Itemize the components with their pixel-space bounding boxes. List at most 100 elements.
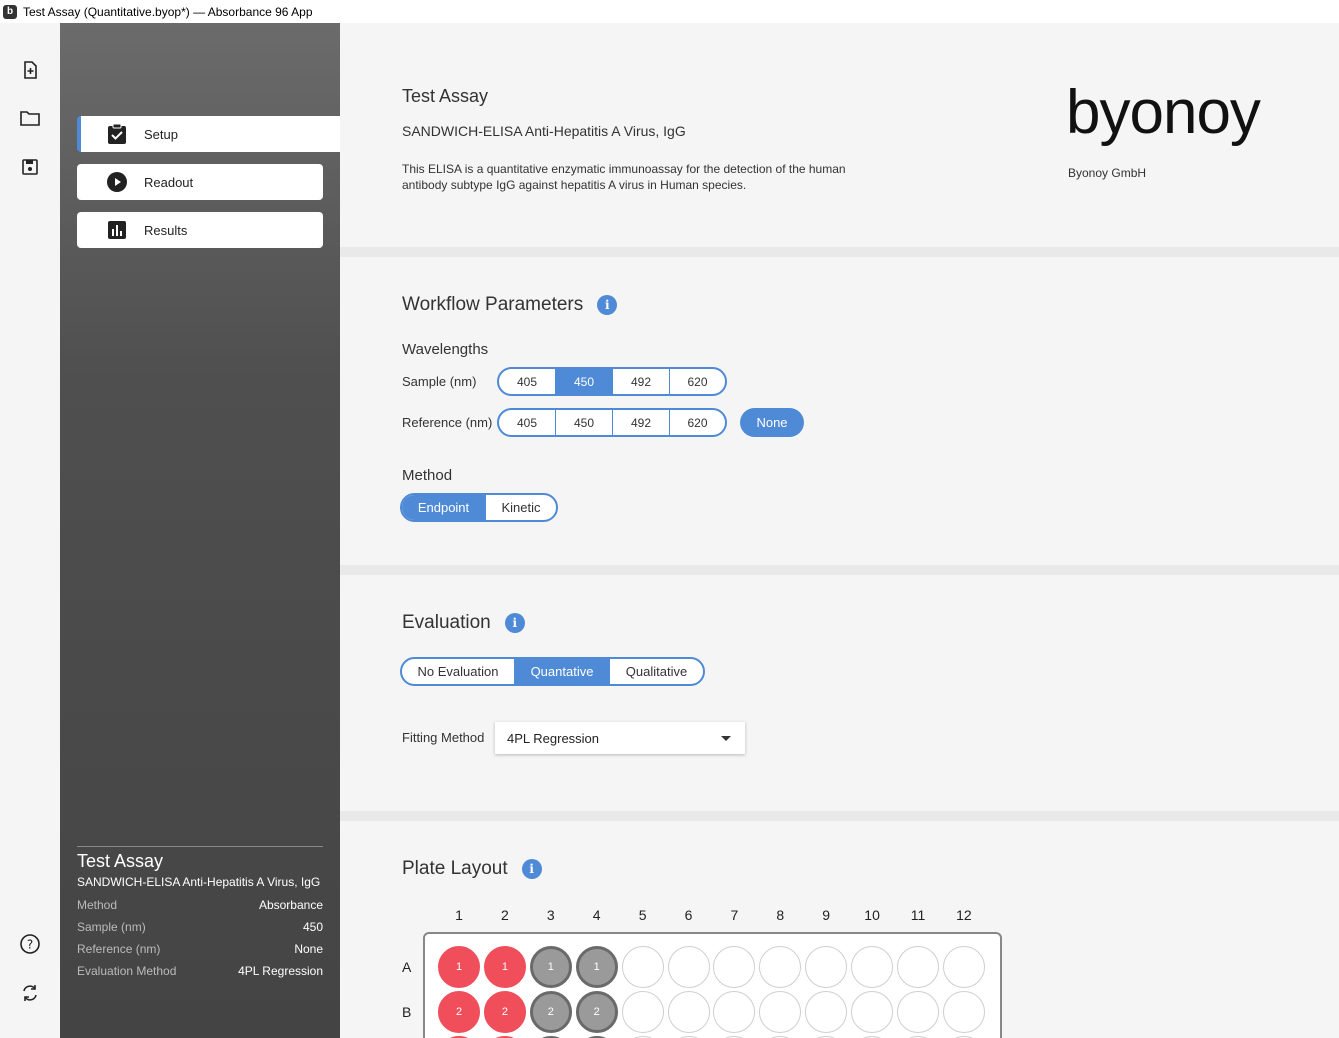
plate-well[interactable]: [621, 991, 664, 1033]
new-file-icon[interactable]: [18, 58, 42, 82]
bar-chart-icon: [107, 220, 127, 240]
plate-well[interactable]: [667, 991, 710, 1033]
plate-well[interactable]: [667, 946, 710, 988]
assay-title: Test Assay: [402, 86, 489, 106]
summary-value: None: [294, 942, 323, 956]
summary-key: Sample (nm): [77, 920, 146, 934]
sample-option-492[interactable]: 492: [613, 369, 670, 394]
plate-grid: 11112222: [423, 932, 1002, 1038]
plate-well[interactable]: [851, 991, 894, 1033]
window-titlebar: b Test Assay (Quantitative.byop*) — Abso…: [0, 0, 1339, 23]
plate-column-label: 1: [455, 907, 463, 923]
workflow-parameters-card: Workflow Parameters i Wavelengths Sample…: [340, 257, 1339, 565]
reference-option-620[interactable]: 620: [670, 410, 725, 435]
nav-results[interactable]: Results: [77, 212, 323, 248]
method-selector: Endpoint Kinetic: [400, 493, 558, 522]
method-option-endpoint[interactable]: Endpoint: [402, 495, 486, 520]
plate-column-label: 11: [910, 907, 926, 923]
plate-well[interactable]: [897, 991, 939, 1033]
plate-heading: Plate Layout i: [402, 858, 542, 880]
plate-well[interactable]: 1: [438, 946, 480, 988]
sample-wavelength-selector: 405 450 492 620: [497, 367, 727, 396]
summary-row: Evaluation Method 4PL Regression: [77, 964, 323, 978]
plate-well[interactable]: [942, 991, 985, 1033]
method-option-kinetic[interactable]: Kinetic: [486, 495, 556, 520]
help-icon[interactable]: ?: [18, 932, 42, 956]
svg-text:?: ?: [27, 938, 33, 952]
reference-none-button[interactable]: None: [740, 408, 804, 437]
plate-row-label: A: [402, 959, 412, 975]
evaluation-option-qualitative[interactable]: Qualitative: [610, 659, 703, 684]
evaluation-heading-text: Evaluation: [402, 612, 491, 633]
plate-well[interactable]: [713, 946, 756, 988]
sample-option-450[interactable]: 450: [556, 369, 613, 394]
plate-well[interactable]: [759, 991, 802, 1033]
assay-description-line: antibody subtype IgG against hepatitis A…: [402, 178, 747, 192]
plate-well[interactable]: 1: [529, 946, 572, 988]
plate-well[interactable]: 2: [438, 991, 480, 1033]
summary-row: Reference (nm) None: [77, 942, 323, 956]
plate-well[interactable]: [713, 991, 756, 1033]
nav-readout-label: Readout: [144, 174, 194, 190]
sample-option-405[interactable]: 405: [499, 369, 556, 394]
main-content: Test Assay SANDWICH-ELISA Anti-Hepatitis…: [340, 23, 1339, 1038]
summary-value: Absorbance: [258, 898, 323, 912]
plate-well[interactable]: 2: [575, 991, 618, 1033]
byonoy-logo: byonoy: [1066, 78, 1261, 147]
fitting-method-dropdown[interactable]: 4PL Regression: [495, 722, 745, 754]
plate-column-label: 10: [864, 907, 880, 923]
nav-results-label: Results: [144, 222, 188, 238]
reference-option-492[interactable]: 492: [613, 410, 670, 435]
plate-column-label: 8: [776, 907, 785, 923]
summary-row: Method Absorbance: [77, 898, 323, 912]
sync-icon[interactable]: [18, 981, 42, 1005]
plate-column-label: 4: [592, 907, 601, 923]
plate-column-label: 2: [500, 907, 509, 923]
plate-well[interactable]: 2: [529, 991, 572, 1033]
plate-well[interactable]: 2: [483, 991, 526, 1033]
summary-value: 450: [302, 920, 323, 934]
window-title: Test Assay (Quantitative.byop*) — Absorb…: [23, 4, 313, 19]
evaluation-selector: No Evaluation Quantative Qualitative: [400, 657, 705, 686]
reference-option-405[interactable]: 405: [499, 410, 556, 435]
plate-well[interactable]: 1: [575, 946, 618, 988]
summary-key: Reference (nm): [77, 942, 161, 956]
plate-well[interactable]: [942, 946, 985, 988]
assay-header-card: Test Assay SANDWICH-ELISA Anti-Hepatitis…: [340, 23, 1339, 247]
sample-option-620[interactable]: 620: [670, 369, 725, 394]
assay-description-line: This ELISA is a quantitative enzymatic i…: [402, 162, 846, 176]
summary-value: 4PL Regression: [238, 964, 323, 978]
plate-well[interactable]: [897, 946, 939, 988]
info-icon[interactable]: i: [521, 859, 542, 879]
nav-readout[interactable]: Readout: [77, 164, 323, 200]
plate-column-label: 6: [684, 907, 693, 923]
plate-column-label: 5: [638, 907, 647, 923]
info-icon[interactable]: i: [504, 613, 525, 633]
evaluation-option-none[interactable]: No Evaluation: [402, 659, 515, 684]
nav-setup[interactable]: Setup: [77, 116, 340, 152]
assay-summary: Test Assay SANDWICH-ELISA Anti-Hepatitis…: [77, 846, 323, 978]
evaluation-card: Evaluation i No Evaluation Quantative Qu…: [340, 575, 1339, 811]
summary-key: Evaluation Method: [77, 964, 177, 978]
plate-well[interactable]: [805, 946, 848, 988]
fitting-method-value: 4PL Regression: [507, 730, 600, 746]
plate-well[interactable]: [621, 946, 664, 988]
workflow-heading: Workflow Parameters i: [402, 294, 618, 316]
evaluation-option-quantative[interactable]: Quantative: [515, 659, 610, 684]
icon-toolbar: ?: [0, 23, 60, 1038]
plate-column-label: 9: [822, 907, 831, 923]
reference-option-450[interactable]: 450: [556, 410, 613, 435]
plate-column-label: 12: [956, 907, 972, 923]
plate-well[interactable]: 1: [483, 946, 526, 988]
plate-well[interactable]: [759, 946, 802, 988]
open-folder-icon[interactable]: [18, 106, 42, 130]
play-icon: [107, 172, 127, 192]
info-icon[interactable]: i: [597, 295, 618, 315]
assay-subtitle: SANDWICH-ELISA Anti-Hepatitis A Virus, I…: [402, 123, 686, 139]
save-icon[interactable]: [18, 155, 42, 179]
plate-well[interactable]: [805, 991, 848, 1033]
chevron-down-icon: [721, 735, 731, 741]
plate-well[interactable]: [851, 946, 894, 988]
app-logo-icon: b: [3, 4, 17, 19]
company-name: Byonoy GmbH: [1068, 166, 1147, 180]
